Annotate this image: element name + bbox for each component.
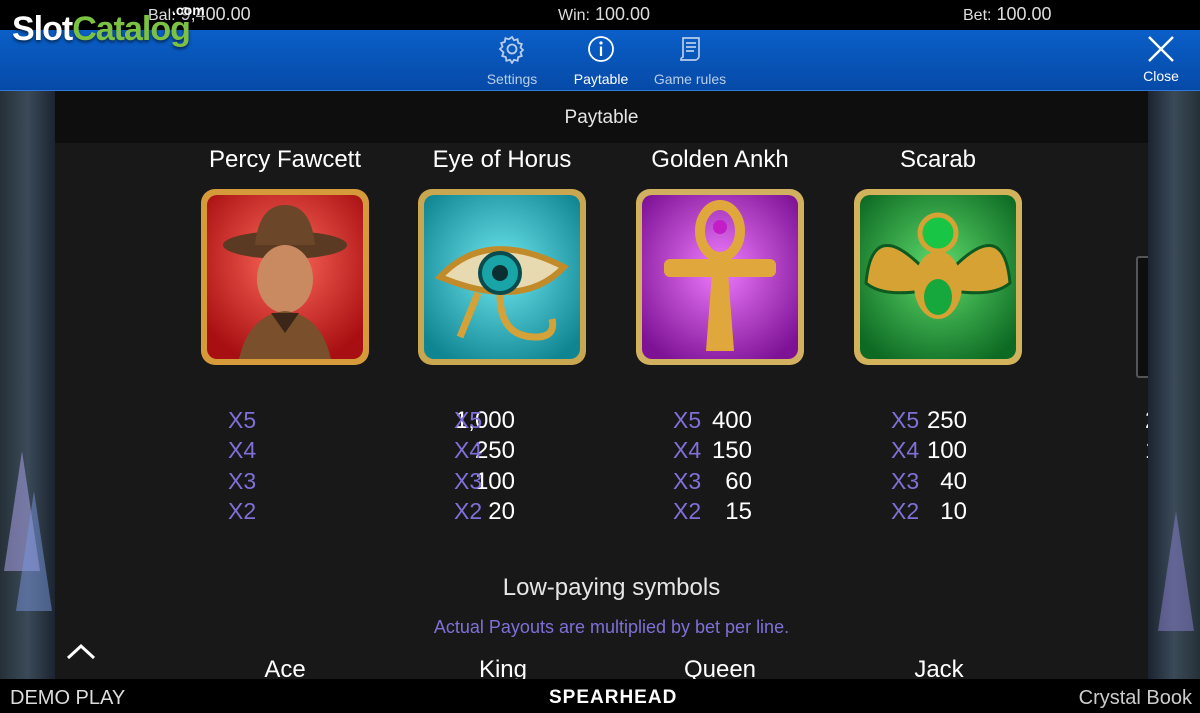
symbol-name: Scarab bbox=[899, 146, 977, 173]
multiplier-label: X4 bbox=[454, 437, 483, 464]
pay-row: X5250 bbox=[673, 407, 967, 437]
right-background-decor bbox=[1148, 91, 1200, 679]
pay-row: X3 100 bbox=[228, 467, 515, 498]
slotcatalog-watermark-logo: SlotCatalog .com bbox=[12, 2, 205, 49]
game-rules-label: Game rules bbox=[653, 71, 727, 87]
win-display: Win: 100.00 bbox=[558, 4, 650, 25]
logo-part1: Slot bbox=[12, 10, 73, 48]
multiplier-label: X2 bbox=[228, 497, 257, 524]
pay-row: X4 250 bbox=[228, 437, 515, 467]
paytable-golden-ankh: X5 250 X4 100 X3 40 X2 10 bbox=[673, 407, 967, 528]
pay-row: X340 bbox=[673, 467, 967, 498]
paytable-eye-of-horus: X5 400 X4 150 X3 60 X2 15 bbox=[454, 407, 752, 528]
multiplier-label: X5 bbox=[228, 407, 257, 433]
footer-bar: DEMO PLAY SPEARHEAD Crystal Book bbox=[0, 679, 1200, 713]
win-value: 100.00 bbox=[595, 4, 651, 24]
multiplier-label: X4 bbox=[228, 437, 257, 464]
low-symbol-king: King bbox=[478, 656, 528, 679]
multiplier-label: X5 bbox=[454, 407, 483, 433]
paytable-percy-fawcett: X5 1,000 X4 250 X3 100 X2 20 bbox=[228, 407, 515, 528]
pay-value: 100 bbox=[1145, 437, 1148, 465]
demo-play-label: DEMO PLAY bbox=[10, 687, 126, 709]
multiplier-label: X5 bbox=[673, 407, 702, 433]
paytable-tab[interactable]: Paytable bbox=[570, 34, 632, 87]
explorer-icon bbox=[199, 187, 371, 367]
eye-of-horus-icon bbox=[416, 187, 588, 367]
symbol-percy-fawcett: Percy Fawcett bbox=[185, 147, 385, 367]
scroll-up-chevron-icon[interactable] bbox=[64, 640, 98, 664]
multiplier-label: X5 bbox=[891, 407, 920, 433]
win-label: Win: bbox=[558, 7, 590, 24]
spearhead-logo: SPEARHEAD bbox=[549, 687, 678, 708]
symbol-name: Eye of Horus bbox=[432, 146, 572, 173]
low-symbol-jack: Jack bbox=[914, 656, 964, 679]
bet-value: 100.00 bbox=[996, 4, 1052, 24]
settings-tab[interactable]: Settings bbox=[484, 34, 540, 87]
multiplier-label: X2 bbox=[891, 497, 920, 524]
rules-document-icon bbox=[680, 37, 700, 61]
paytable-panel: Paytable Percy Fawcett Eye of Horus Gold… bbox=[55, 91, 1148, 679]
pay-row: X5 400 bbox=[454, 407, 752, 437]
pay-row: X3 60 bbox=[454, 467, 752, 498]
gear-icon bbox=[498, 35, 525, 65]
pay-row: X210 bbox=[673, 497, 967, 528]
game-rules-tab[interactable]: Game rules bbox=[650, 34, 730, 87]
multiplier-label: X2 bbox=[454, 497, 483, 524]
multiplier-label: X3 bbox=[454, 467, 483, 494]
bet-display: Bet: 100.00 bbox=[963, 4, 1052, 25]
bet-label: Bet: bbox=[963, 7, 992, 24]
close-icon bbox=[1148, 36, 1174, 62]
multiplier-label: X3 bbox=[891, 467, 920, 494]
scrollbar-thumb[interactable] bbox=[1136, 256, 1148, 378]
payout-note: Actual Payouts are multiplied by bet per… bbox=[433, 617, 790, 637]
paytable-scarab: X5 250 X4 100 X340 X210 bbox=[891, 407, 1148, 528]
pay-row: X2 15 bbox=[454, 497, 752, 528]
game-title: Crystal Book bbox=[1078, 687, 1192, 709]
pay-row: X4100 bbox=[673, 437, 967, 467]
multiplier-label: X4 bbox=[673, 437, 702, 464]
ankh-icon bbox=[634, 187, 806, 367]
info-icon bbox=[588, 36, 614, 62]
pay-row: X210 bbox=[891, 498, 1091, 528]
multiplier-label: X4 bbox=[891, 437, 920, 464]
multiplier-label: X3 bbox=[673, 467, 702, 494]
multiplier-label: X3 bbox=[228, 467, 257, 494]
low-symbol-queen: Queen bbox=[683, 656, 757, 679]
settings-label: Settings bbox=[486, 71, 538, 87]
pay-row: X5 250 bbox=[891, 407, 1148, 437]
symbol-scarab: Scarab bbox=[838, 147, 1038, 367]
symbol-golden-ankh: Golden Ankh bbox=[620, 147, 820, 367]
paytable-heading: Paytable bbox=[55, 91, 1148, 143]
pay-row: X5 1,000 bbox=[228, 407, 515, 437]
symbol-eye-of-horus: Eye of Horus bbox=[402, 147, 602, 367]
close-button[interactable]: Close bbox=[1138, 34, 1184, 84]
multiplier-label: X2 bbox=[673, 497, 702, 524]
symbol-name: Percy Fawcett bbox=[208, 146, 362, 173]
close-label: Close bbox=[1143, 68, 1179, 84]
low-symbol-ace: Ace bbox=[264, 656, 306, 679]
symbol-name: Golden Ankh bbox=[651, 146, 789, 173]
pay-row: X4 100 bbox=[891, 437, 1148, 467]
low-paying-heading: Low-paying symbols bbox=[502, 574, 721, 601]
pay-value: 250 bbox=[1145, 407, 1148, 435]
paytable-label: Paytable bbox=[573, 71, 629, 87]
left-background-decor bbox=[0, 91, 55, 679]
pay-row: X340 bbox=[891, 468, 1091, 498]
scarab-icon bbox=[852, 187, 1024, 367]
logo-suffix: .com bbox=[172, 2, 205, 18]
pay-row: X2 20 bbox=[228, 497, 515, 528]
pay-row: X4 150 bbox=[454, 437, 752, 467]
